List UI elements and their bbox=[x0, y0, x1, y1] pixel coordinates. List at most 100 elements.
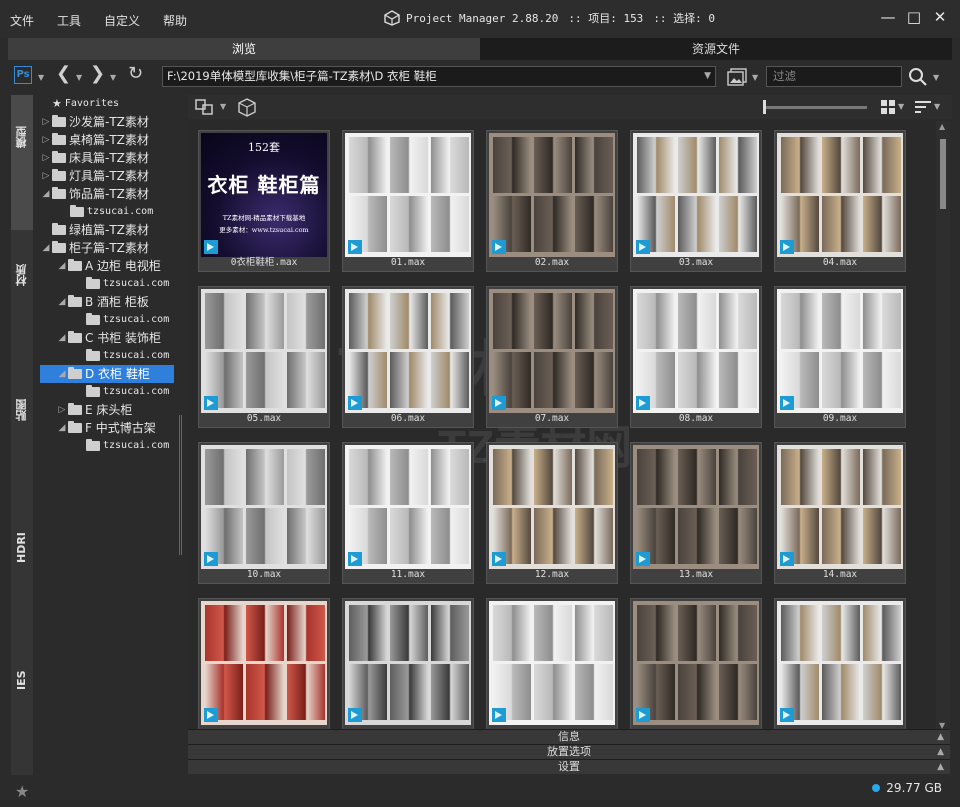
close-icon[interactable]: ✕ bbox=[930, 8, 950, 26]
expand-icon[interactable]: ▷ bbox=[40, 113, 52, 131]
menu-customize[interactable]: 自定义 bbox=[104, 12, 140, 29]
file-thumbnail[interactable]: 03.max bbox=[630, 130, 762, 272]
thumbnail-size-slider[interactable] bbox=[763, 106, 867, 109]
tree-item-a-sub[interactable]: tzsucai.com bbox=[86, 275, 169, 293]
panel-settings[interactable]: 设置 ▲ bbox=[188, 759, 950, 774]
expand-caret-icon[interactable]: ▲ bbox=[937, 760, 944, 774]
file-thumbnail[interactable]: 01.max bbox=[342, 130, 474, 272]
tree-item-c[interactable]: ◢ C 书柜 装饰柜 bbox=[56, 329, 161, 347]
rail-tab-ies[interactable]: IES bbox=[11, 640, 33, 770]
rail-tab-hdri[interactable]: HDRI bbox=[11, 505, 33, 635]
photoshop-icon[interactable]: Ps bbox=[14, 66, 32, 84]
tree-item-deco[interactable]: ◢ 饰品篇-TZ素材 bbox=[40, 185, 149, 203]
file-thumbnail[interactable]: 04.max bbox=[774, 130, 906, 272]
panel-placement[interactable]: 放置选项 ▲ bbox=[188, 744, 950, 759]
panel-info[interactable]: 信息 ▲ bbox=[188, 729, 950, 744]
expand-icon[interactable]: ▷ bbox=[40, 167, 52, 185]
expand-icon[interactable]: ▷ bbox=[40, 149, 52, 167]
forward-icon[interactable]: ❯ bbox=[90, 63, 105, 84]
menu-file[interactable]: 文件 bbox=[10, 12, 34, 29]
collapse-icon[interactable]: ◢ bbox=[56, 365, 68, 383]
tree-item-favorites[interactable]: ★ Favorites bbox=[52, 95, 119, 113]
tree-item-c-sub[interactable]: tzsucai.com bbox=[86, 347, 169, 365]
file-thumbnail[interactable]: 09.max bbox=[774, 286, 906, 428]
rail-tab-models[interactable]: 模型 bbox=[11, 95, 33, 230]
menu-tools[interactable]: 工具 bbox=[57, 12, 81, 29]
file-thumbnail[interactable] bbox=[774, 598, 906, 731]
tree-item-sofa[interactable]: ▷ 沙发篇-TZ素材 bbox=[40, 113, 149, 131]
gallery-dropdown-icon[interactable]: ▼ bbox=[752, 73, 758, 82]
file-thumbnail[interactable] bbox=[198, 598, 330, 731]
tree-item-d[interactable]: ◢ D 衣柜 鞋柜 bbox=[40, 365, 174, 383]
back-dropdown-icon[interactable]: ▼ bbox=[76, 73, 82, 82]
vertical-scrollbar[interactable]: ▲ ▼ bbox=[936, 121, 950, 731]
grid-view-icon[interactable] bbox=[880, 99, 896, 115]
tree-item-table-chair[interactable]: ▷ 桌椅篇-TZ素材 bbox=[40, 131, 149, 149]
filter-input[interactable]: 过滤 bbox=[766, 66, 902, 87]
file-thumbnail[interactable]: 13.max bbox=[630, 442, 762, 584]
back-icon[interactable]: ❮ bbox=[56, 63, 71, 84]
file-thumbnail[interactable] bbox=[342, 598, 474, 731]
app-dropdown-icon[interactable]: ▼ bbox=[38, 73, 44, 82]
maximize-icon[interactable]: □ bbox=[904, 8, 924, 26]
expand-caret-icon[interactable]: ▲ bbox=[937, 745, 944, 759]
file-thumbnail[interactable] bbox=[630, 598, 762, 731]
expand-caret-icon[interactable]: ▲ bbox=[937, 730, 944, 744]
refresh-icon[interactable]: ↻ bbox=[128, 63, 143, 84]
file-thumbnail[interactable]: 07.max bbox=[486, 286, 618, 428]
expand-icon[interactable]: ▷ bbox=[56, 401, 68, 419]
collapse-icon[interactable]: ◢ bbox=[56, 257, 68, 275]
import-box-icon[interactable] bbox=[236, 97, 258, 117]
tree-item-f-sub[interactable]: tzsucai.com bbox=[86, 437, 169, 455]
tree-item-deco-sub[interactable]: tzsucai.com bbox=[70, 203, 153, 221]
tree-item-plant[interactable]: 绿植篇-TZ素材 bbox=[52, 221, 149, 239]
file-thumbnail[interactable]: 11.max bbox=[342, 442, 474, 584]
minimize-icon[interactable]: — bbox=[878, 8, 898, 26]
panel-splitter[interactable] bbox=[178, 95, 184, 775]
path-input[interactable]: F:\2019单体模型库收集\柜子篇-TZ素材\D 衣柜 鞋柜 ▼ bbox=[162, 66, 716, 87]
collapse-icon[interactable]: ◢ bbox=[56, 329, 68, 347]
tree-item-b[interactable]: ◢ B 酒柜 柜板 bbox=[56, 293, 149, 311]
collapse-icon[interactable]: ◢ bbox=[56, 419, 68, 437]
sort-dropdown-icon[interactable]: ▼ bbox=[934, 102, 940, 111]
tree-item-e[interactable]: ▷ E 床头柜 bbox=[56, 401, 132, 419]
sync-icon[interactable] bbox=[194, 97, 216, 117]
sync-dropdown-icon[interactable]: ▼ bbox=[220, 102, 226, 111]
file-thumbnail[interactable]: 14.max bbox=[774, 442, 906, 584]
tree-item-b-sub[interactable]: tzsucai.com bbox=[86, 311, 169, 329]
expand-icon[interactable]: ▷ bbox=[40, 131, 52, 149]
file-thumbnail[interactable]: 12.max bbox=[486, 442, 618, 584]
tab-assets[interactable]: 资源文件 bbox=[480, 38, 952, 60]
tree-item-f[interactable]: ◢ F 中式博古架 bbox=[56, 419, 156, 437]
favorite-star-icon[interactable]: ★ bbox=[15, 782, 29, 801]
menu-help[interactable]: 帮助 bbox=[163, 12, 187, 29]
tab-browse[interactable]: 浏览 bbox=[8, 38, 480, 60]
collapse-icon[interactable]: ◢ bbox=[40, 185, 52, 203]
forward-dropdown-icon[interactable]: ▼ bbox=[110, 73, 116, 82]
rail-tab-maps[interactable]: 贴图 bbox=[11, 370, 33, 500]
scroll-thumb[interactable] bbox=[940, 139, 946, 209]
view-dropdown-icon[interactable]: ▼ bbox=[898, 102, 904, 111]
splitter-grip[interactable] bbox=[179, 415, 182, 555]
scroll-up-icon[interactable]: ▲ bbox=[939, 122, 945, 131]
path-dropdown-icon[interactable]: ▼ bbox=[704, 67, 711, 86]
file-thumbnail[interactable]: 02.max bbox=[486, 130, 618, 272]
file-thumbnail[interactable]: 10.max bbox=[198, 442, 330, 584]
tree-item-d-sub[interactable]: tzsucai.com bbox=[86, 383, 169, 401]
file-thumbnail[interactable]: 08.max bbox=[630, 286, 762, 428]
tree-item-bed[interactable]: ▷ 床具篇-TZ素材 bbox=[40, 149, 149, 167]
file-thumbnail[interactable]: 06.max bbox=[342, 286, 474, 428]
file-thumbnail[interactable] bbox=[486, 598, 618, 731]
search-icon[interactable] bbox=[908, 67, 928, 87]
tree-item-a[interactable]: ◢ A 边柜 电视柜 bbox=[56, 257, 161, 275]
rail-tab-materials[interactable]: 材质 bbox=[11, 235, 33, 365]
search-dropdown-icon[interactable]: ▼ bbox=[933, 73, 939, 82]
file-thumbnail[interactable]: 152套 衣柜 鞋柜篇 TZ素材网-精品素材下载基地 更多素材：www.tzsucai… bbox=[198, 130, 330, 272]
collapse-icon[interactable]: ◢ bbox=[40, 239, 52, 257]
collapse-icon[interactable]: ◢ bbox=[56, 293, 68, 311]
sort-icon[interactable] bbox=[914, 99, 932, 115]
tree-item-lamp[interactable]: ▷ 灯具篇-TZ素材 bbox=[40, 167, 149, 185]
tree-item-cabinet[interactable]: ◢ 柜子篇-TZ素材 bbox=[40, 239, 149, 257]
slider-handle[interactable] bbox=[763, 100, 766, 114]
gallery-icon[interactable] bbox=[726, 67, 748, 87]
